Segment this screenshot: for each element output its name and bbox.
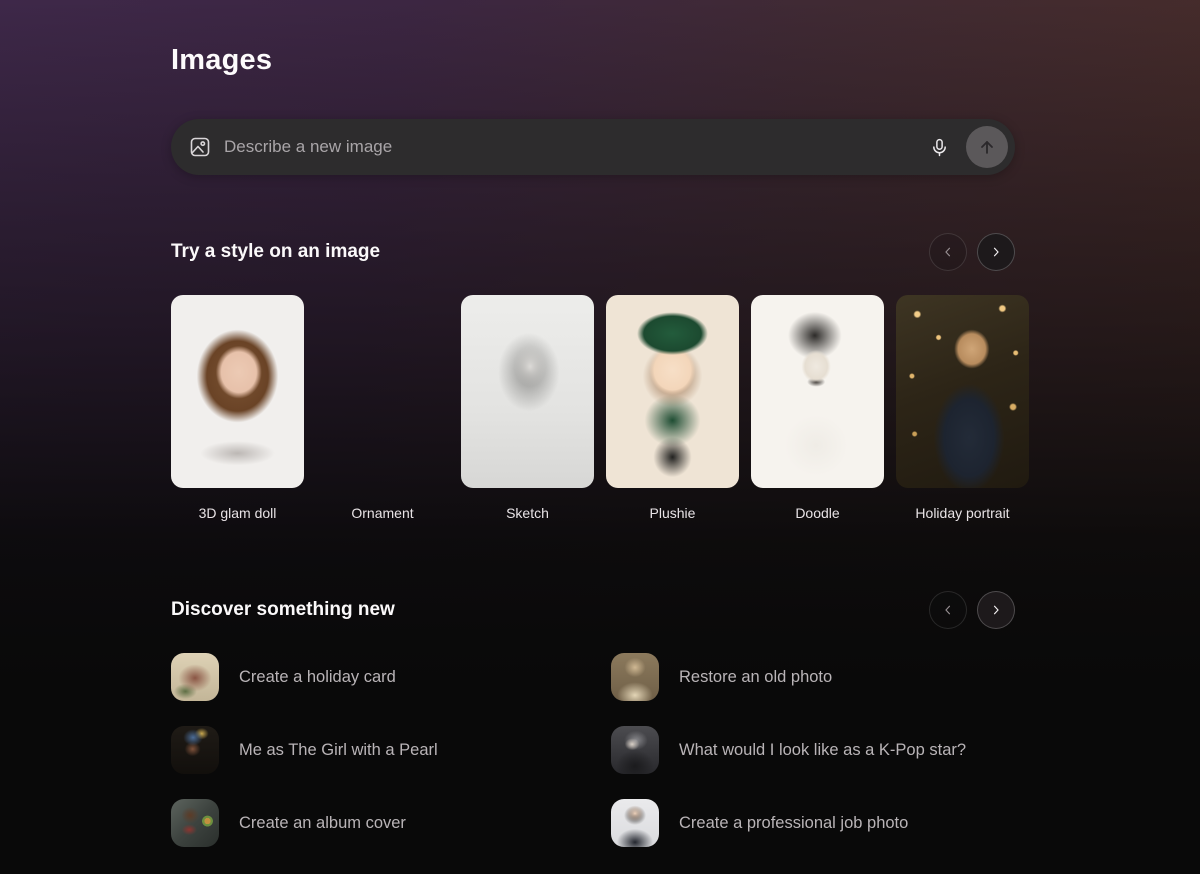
microphone-icon[interactable] xyxy=(923,131,956,164)
discover-thumbnail xyxy=(171,799,219,847)
discover-item-label: Me as The Girl with a Pearl xyxy=(239,741,438,760)
discover-prev-button[interactable] xyxy=(929,591,967,629)
style-card-image[interactable] xyxy=(461,295,594,488)
style-card-image[interactable] xyxy=(896,295,1029,488)
page-title: Images xyxy=(171,44,1015,77)
discover-thumbnail xyxy=(611,799,659,847)
discover-item-label: Restore an old photo xyxy=(679,668,832,687)
discover-item-kpop-star[interactable]: What would I look like as a K-Pop star? xyxy=(611,726,1015,774)
discover-next-button[interactable] xyxy=(977,591,1015,629)
image-prompt-bar[interactable] xyxy=(171,119,1015,175)
discover-item-restore-old-photo[interactable]: Restore an old photo xyxy=(611,653,1015,701)
style-card-label: Doodle xyxy=(751,505,884,521)
discover-thumbnail xyxy=(611,653,659,701)
discover-item-label: Create a professional job photo xyxy=(679,814,908,833)
discover-grid: Create a holiday card Restore an old pho… xyxy=(171,653,1015,847)
style-card-holiday-portrait[interactable]: Holiday portrait xyxy=(896,295,1029,521)
styles-prev-button[interactable] xyxy=(929,233,967,271)
style-card-3d-glam-doll[interactable]: 3D glam doll xyxy=(171,295,304,521)
style-card-image[interactable] xyxy=(751,295,884,488)
style-card-image[interactable] xyxy=(606,295,739,488)
discover-thumbnail xyxy=(171,726,219,774)
style-card-carousel: 3D glam doll Ornament Sketch Plushie Doo… xyxy=(171,295,1033,521)
style-card-label: 3D glam doll xyxy=(171,505,304,521)
style-card-sketch[interactable]: Sketch xyxy=(461,295,594,521)
style-card-label: Holiday portrait xyxy=(896,505,1029,521)
discover-item-label: Create an album cover xyxy=(239,814,406,833)
image-icon xyxy=(188,135,212,159)
style-card-plushie[interactable]: Plushie xyxy=(606,295,739,521)
style-card-ornament[interactable]: Ornament xyxy=(316,295,449,521)
discover-thumbnail xyxy=(611,726,659,774)
style-card-doodle[interactable]: Doodle xyxy=(751,295,884,521)
discover-item-holiday-card[interactable]: Create a holiday card xyxy=(171,653,611,701)
styles-next-button[interactable] xyxy=(977,233,1015,271)
chevron-left-icon xyxy=(941,245,955,259)
style-card-label: Ornament xyxy=(316,505,449,521)
chevron-right-icon xyxy=(989,603,1003,617)
style-card-label: Sketch xyxy=(461,505,594,521)
styles-section: Try a style on an image 3D glam doll xyxy=(171,233,1015,521)
chevron-left-icon xyxy=(941,603,955,617)
chevron-right-icon xyxy=(989,245,1003,259)
discover-item-album-cover[interactable]: Create an album cover xyxy=(171,799,611,847)
submit-button[interactable] xyxy=(966,126,1008,168)
style-card-label: Plushie xyxy=(606,505,739,521)
styles-section-title: Try a style on an image xyxy=(171,241,380,263)
discover-thumbnail xyxy=(171,653,219,701)
image-prompt-input[interactable] xyxy=(224,137,923,157)
style-card-image[interactable] xyxy=(316,295,449,488)
style-card-image[interactable] xyxy=(171,295,304,488)
discover-section-title: Discover something new xyxy=(171,599,395,621)
arrow-up-icon xyxy=(977,137,997,157)
discover-item-girl-with-pearl[interactable]: Me as The Girl with a Pearl xyxy=(171,726,611,774)
images-page: Images xyxy=(171,0,1015,847)
discover-item-label: What would I look like as a K-Pop star? xyxy=(679,741,966,760)
discover-item-label: Create a holiday card xyxy=(239,668,396,687)
discover-section: Discover something new Create a holiday … xyxy=(171,591,1015,847)
discover-item-professional-job-photo[interactable]: Create a professional job photo xyxy=(611,799,1015,847)
